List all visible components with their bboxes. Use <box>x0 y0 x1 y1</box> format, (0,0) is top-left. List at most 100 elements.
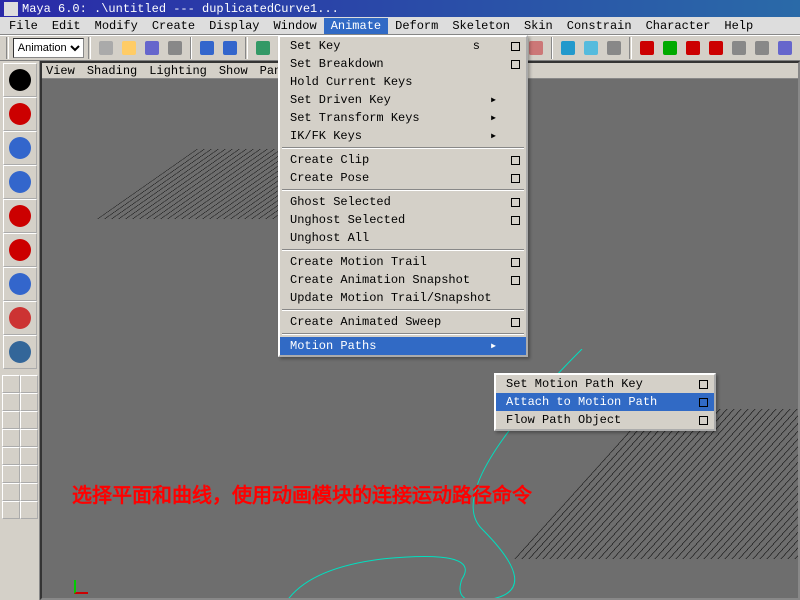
menu-item-attach-to-motion-path[interactable]: Attach to Motion Path <box>496 393 714 411</box>
menu-item-unghost-selected[interactable]: Unghost Selected <box>280 211 526 229</box>
layout-preset-5[interactable] <box>20 411 38 429</box>
mode-combo[interactable]: Animation <box>13 38 84 58</box>
panel-menu-view[interactable]: View <box>46 64 75 78</box>
menu-item-create-clip[interactable]: Create Clip <box>280 151 526 169</box>
option-box-icon[interactable] <box>511 216 520 225</box>
menu-item-create-motion-trail[interactable]: Create Motion Trail <box>280 253 526 271</box>
tool-cursor[interactable] <box>3 63 37 97</box>
in-button[interactable] <box>728 37 750 59</box>
panel-menu-shading[interactable]: Shading <box>87 64 137 78</box>
option-box-icon[interactable] <box>511 258 520 267</box>
layout-preset-2[interactable] <box>2 393 20 411</box>
option-box-icon[interactable] <box>699 416 708 425</box>
panel-menu-show[interactable]: Show <box>219 64 248 78</box>
tool-lasso[interactable] <box>3 97 37 131</box>
menu-item-set-motion-path-key[interactable]: Set Motion Path Key <box>496 375 714 393</box>
menu-item-hold-current-keys[interactable]: Hold Current Keys <box>280 73 526 91</box>
menu-item-ghost-selected[interactable]: Ghost Selected <box>280 193 526 211</box>
toolbar-separator <box>88 37 91 59</box>
menu-item-motion-paths[interactable]: Motion Paths▶ <box>280 337 526 355</box>
tool-soft[interactable] <box>3 301 37 335</box>
menu-item-label: Create Motion Trail <box>290 255 427 269</box>
layout-preset-0[interactable] <box>2 375 20 393</box>
menu-item-create-animated-sweep[interactable]: Create Animated Sweep <box>280 313 526 331</box>
menu-bar[interactable]: FileEditModifyCreateDisplayWindowAnimate… <box>0 17 800 35</box>
menu-modify[interactable]: Modify <box>88 18 145 34</box>
menu-window[interactable]: Window <box>266 18 323 34</box>
menu-item-flow-path-object[interactable]: Flow Path Object <box>496 411 714 429</box>
undo-button[interactable] <box>196 37 218 59</box>
tool-paint[interactable] <box>3 131 37 165</box>
export-button[interactable] <box>164 37 186 59</box>
layout-preset-14[interactable] <box>2 501 20 519</box>
menu-item-label: Hold Current Keys <box>290 75 412 89</box>
render-button[interactable] <box>557 37 579 59</box>
animate-menu-dropdown[interactable]: Set KeysSet Breakdown Hold Current Keys Se… <box>278 35 528 357</box>
option-box-icon[interactable] <box>511 42 520 51</box>
menu-item-set-breakdown[interactable]: Set Breakdown <box>280 55 526 73</box>
layout-preset-15[interactable] <box>20 501 38 519</box>
redo-button[interactable] <box>219 37 241 59</box>
hypershade-button[interactable] <box>774 37 796 59</box>
toolbar-separator <box>551 37 554 59</box>
paint-fx-button[interactable] <box>705 37 727 59</box>
layout-preset-8[interactable] <box>2 447 20 465</box>
menu-item-set-driven-key[interactable]: Set Driven Key▶ <box>280 91 526 109</box>
layout-preset-4[interactable] <box>2 411 20 429</box>
menu-help[interactable]: Help <box>717 18 760 34</box>
menu-display[interactable]: Display <box>202 18 266 34</box>
menu-animate[interactable]: Animate <box>324 18 388 34</box>
option-box-icon[interactable] <box>511 174 520 183</box>
layout-preset-10[interactable] <box>2 465 20 483</box>
option-box-icon[interactable] <box>511 156 520 165</box>
layout-preset-9[interactable] <box>20 447 38 465</box>
layout-preset-6[interactable] <box>2 429 20 447</box>
menu-item-update-motion-trail-snapshot[interactable]: Update Motion Trail/Snapshot <box>280 289 526 307</box>
menu-character[interactable]: Character <box>639 18 718 34</box>
menu-create[interactable]: Create <box>145 18 202 34</box>
tool-deform[interactable] <box>3 267 37 301</box>
new-button[interactable] <box>95 37 117 59</box>
magnet-red-button[interactable] <box>636 37 658 59</box>
tool-preset[interactable] <box>3 335 37 369</box>
option-box-icon[interactable] <box>511 198 520 207</box>
panel-menu-lighting[interactable]: Lighting <box>149 64 207 78</box>
submenu-arrow-icon: ▶ <box>491 113 496 123</box>
menu-deform[interactable]: Deform <box>388 18 445 34</box>
option-box-icon[interactable] <box>511 276 520 285</box>
ipr-button[interactable] <box>580 37 602 59</box>
menu-skeleton[interactable]: Skeleton <box>445 18 517 34</box>
menu-file[interactable]: File <box>2 18 45 34</box>
menu-item-create-pose[interactable]: Create Pose <box>280 169 526 187</box>
menu-item-set-transform-keys[interactable]: Set Transform Keys▶ <box>280 109 526 127</box>
open-button[interactable] <box>118 37 140 59</box>
select-hier-button[interactable] <box>252 37 274 59</box>
magnet-off-button[interactable] <box>682 37 704 59</box>
menu-constrain[interactable]: Constrain <box>560 18 639 34</box>
menu-item-set-key[interactable]: Set Keys <box>280 37 526 55</box>
tool-move[interactable] <box>3 165 37 199</box>
layout-preset-12[interactable] <box>2 483 20 501</box>
menu-item-create-animation-snapshot[interactable]: Create Animation Snapshot <box>280 271 526 289</box>
menu-skin[interactable]: Skin <box>517 18 560 34</box>
motion-paths-submenu[interactable]: Set Motion Path KeyAttach to Motion Path… <box>494 373 716 431</box>
layout-preset-13[interactable] <box>20 483 38 501</box>
menu-item-ik-fk-keys[interactable]: IK/FK Keys▶ <box>280 127 526 145</box>
menu-edit[interactable]: Edit <box>45 18 88 34</box>
out-button[interactable] <box>751 37 773 59</box>
option-box-icon[interactable] <box>699 380 708 389</box>
tool-scale[interactable] <box>3 233 37 267</box>
magnet-on-button[interactable] <box>659 37 681 59</box>
save-button[interactable] <box>141 37 163 59</box>
option-box-icon[interactable] <box>699 398 708 407</box>
layout-preset-7[interactable] <box>20 429 38 447</box>
render-globals-button[interactable] <box>603 37 625 59</box>
layout-preset-1[interactable] <box>20 375 38 393</box>
layout-preset-11[interactable] <box>20 465 38 483</box>
option-box-icon[interactable] <box>511 60 520 69</box>
layout-preset-3[interactable] <box>20 393 38 411</box>
menu-item-unghost-all[interactable]: Unghost All <box>280 229 526 247</box>
option-box-icon[interactable] <box>511 318 520 327</box>
menu-item-label: Ghost Selected <box>290 195 391 209</box>
tool-rotate[interactable] <box>3 199 37 233</box>
